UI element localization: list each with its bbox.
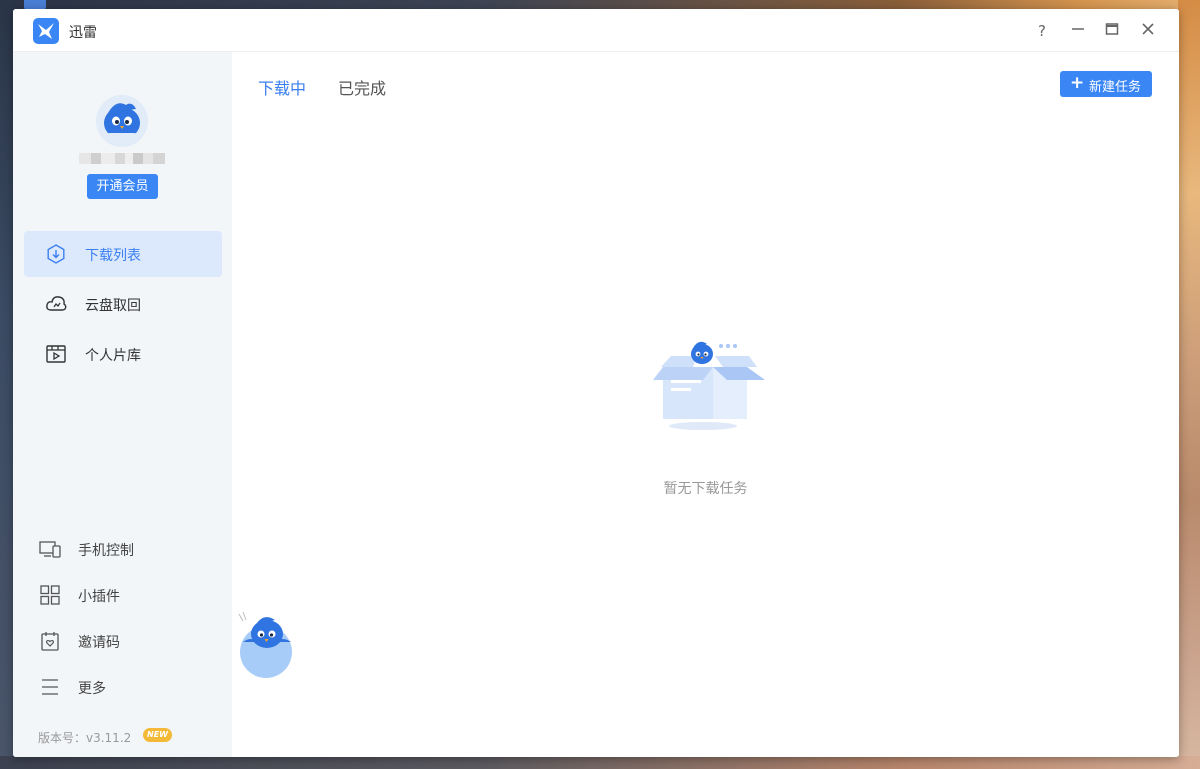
empty-state-text: 暂无下载任务: [663, 481, 748, 497]
sidebar-item-phone-control[interactable]: 手机控制: [39, 534, 219, 564]
desktop-background-left: [0, 0, 14, 769]
app-window: 迅雷 ? 开通会员 下载列表 云盘取回 个人片库 手机控制 小插件 邀请码 更多…: [13, 9, 1179, 757]
sidebar-item-film-library[interactable]: 个人片库: [24, 331, 222, 377]
sidebar-item-invite-code[interactable]: 邀请码: [39, 626, 219, 656]
maximize-icon: [1105, 23, 1119, 35]
username-masked: [79, 153, 165, 164]
title-bar[interactable]: 迅雷 ?: [13, 9, 1179, 52]
new-task-label: 新建任务: [1089, 80, 1142, 95]
grid-icon: [40, 585, 60, 605]
download-circle-icon: [47, 244, 65, 264]
sidebar-item-label: 手机控制: [78, 543, 134, 559]
menu-icon: [42, 679, 58, 695]
sidebar-item-label: 小插件: [78, 589, 120, 605]
empty-box-illustration: [653, 341, 765, 430]
avatar[interactable]: [96, 95, 148, 147]
tab-downloading[interactable]: 下载中: [258, 75, 306, 99]
devices-icon: [39, 541, 61, 558]
sidebar-item-label: 邀请码: [78, 635, 120, 651]
new-badge: NEW: [143, 728, 172, 742]
sidebar-item-label: 个人片库: [85, 348, 141, 364]
sidebar: 开通会员 下载列表 云盘取回 个人片库 手机控制 小插件 邀请码 更多 版本号：…: [13, 52, 232, 757]
sidebar-item-label: 云盘取回: [85, 298, 141, 314]
maximize-button[interactable]: [1102, 21, 1122, 41]
minimize-button[interactable]: [1068, 21, 1088, 41]
new-task-button[interactable]: + 新建任务: [1060, 71, 1152, 97]
sidebar-item-download-list[interactable]: 下载列表: [24, 231, 222, 277]
invite-icon: [41, 632, 59, 651]
desktop-background-bottom: [0, 756, 1200, 769]
desktop-background-right: [1178, 0, 1200, 769]
sidebar-item-label: 下载列表: [85, 248, 141, 264]
bird-avatar-icon: [96, 95, 148, 147]
tab-completed[interactable]: 已完成: [338, 75, 386, 99]
close-icon: [1142, 23, 1154, 35]
app-title: 迅雷: [69, 25, 97, 41]
sidebar-item-cloud-retrieve[interactable]: 云盘取回: [24, 281, 222, 327]
cloud-icon: [46, 296, 67, 311]
main-content: 下载中 已完成 + 新建任务 暂无下载任务: [232, 52, 1179, 757]
plus-icon: +: [1070, 73, 1085, 93]
version-label: 版本号：v3.11.2: [38, 731, 132, 745]
sidebar-item-more[interactable]: 更多: [39, 672, 219, 702]
help-button[interactable]: ?: [1032, 21, 1052, 41]
version-info: 版本号：v3.11.2 NEW: [38, 728, 172, 746]
minimize-icon: [1072, 28, 1084, 30]
sidebar-item-plugins[interactable]: 小插件: [39, 580, 219, 610]
open-vip-button[interactable]: 开通会员: [87, 174, 158, 199]
sidebar-item-label: 更多: [78, 681, 106, 697]
bird-mascot-icon[interactable]: [237, 612, 295, 678]
close-button[interactable]: [1138, 21, 1158, 41]
xunlei-logo-icon: [33, 18, 59, 44]
film-library-icon: [46, 345, 66, 363]
